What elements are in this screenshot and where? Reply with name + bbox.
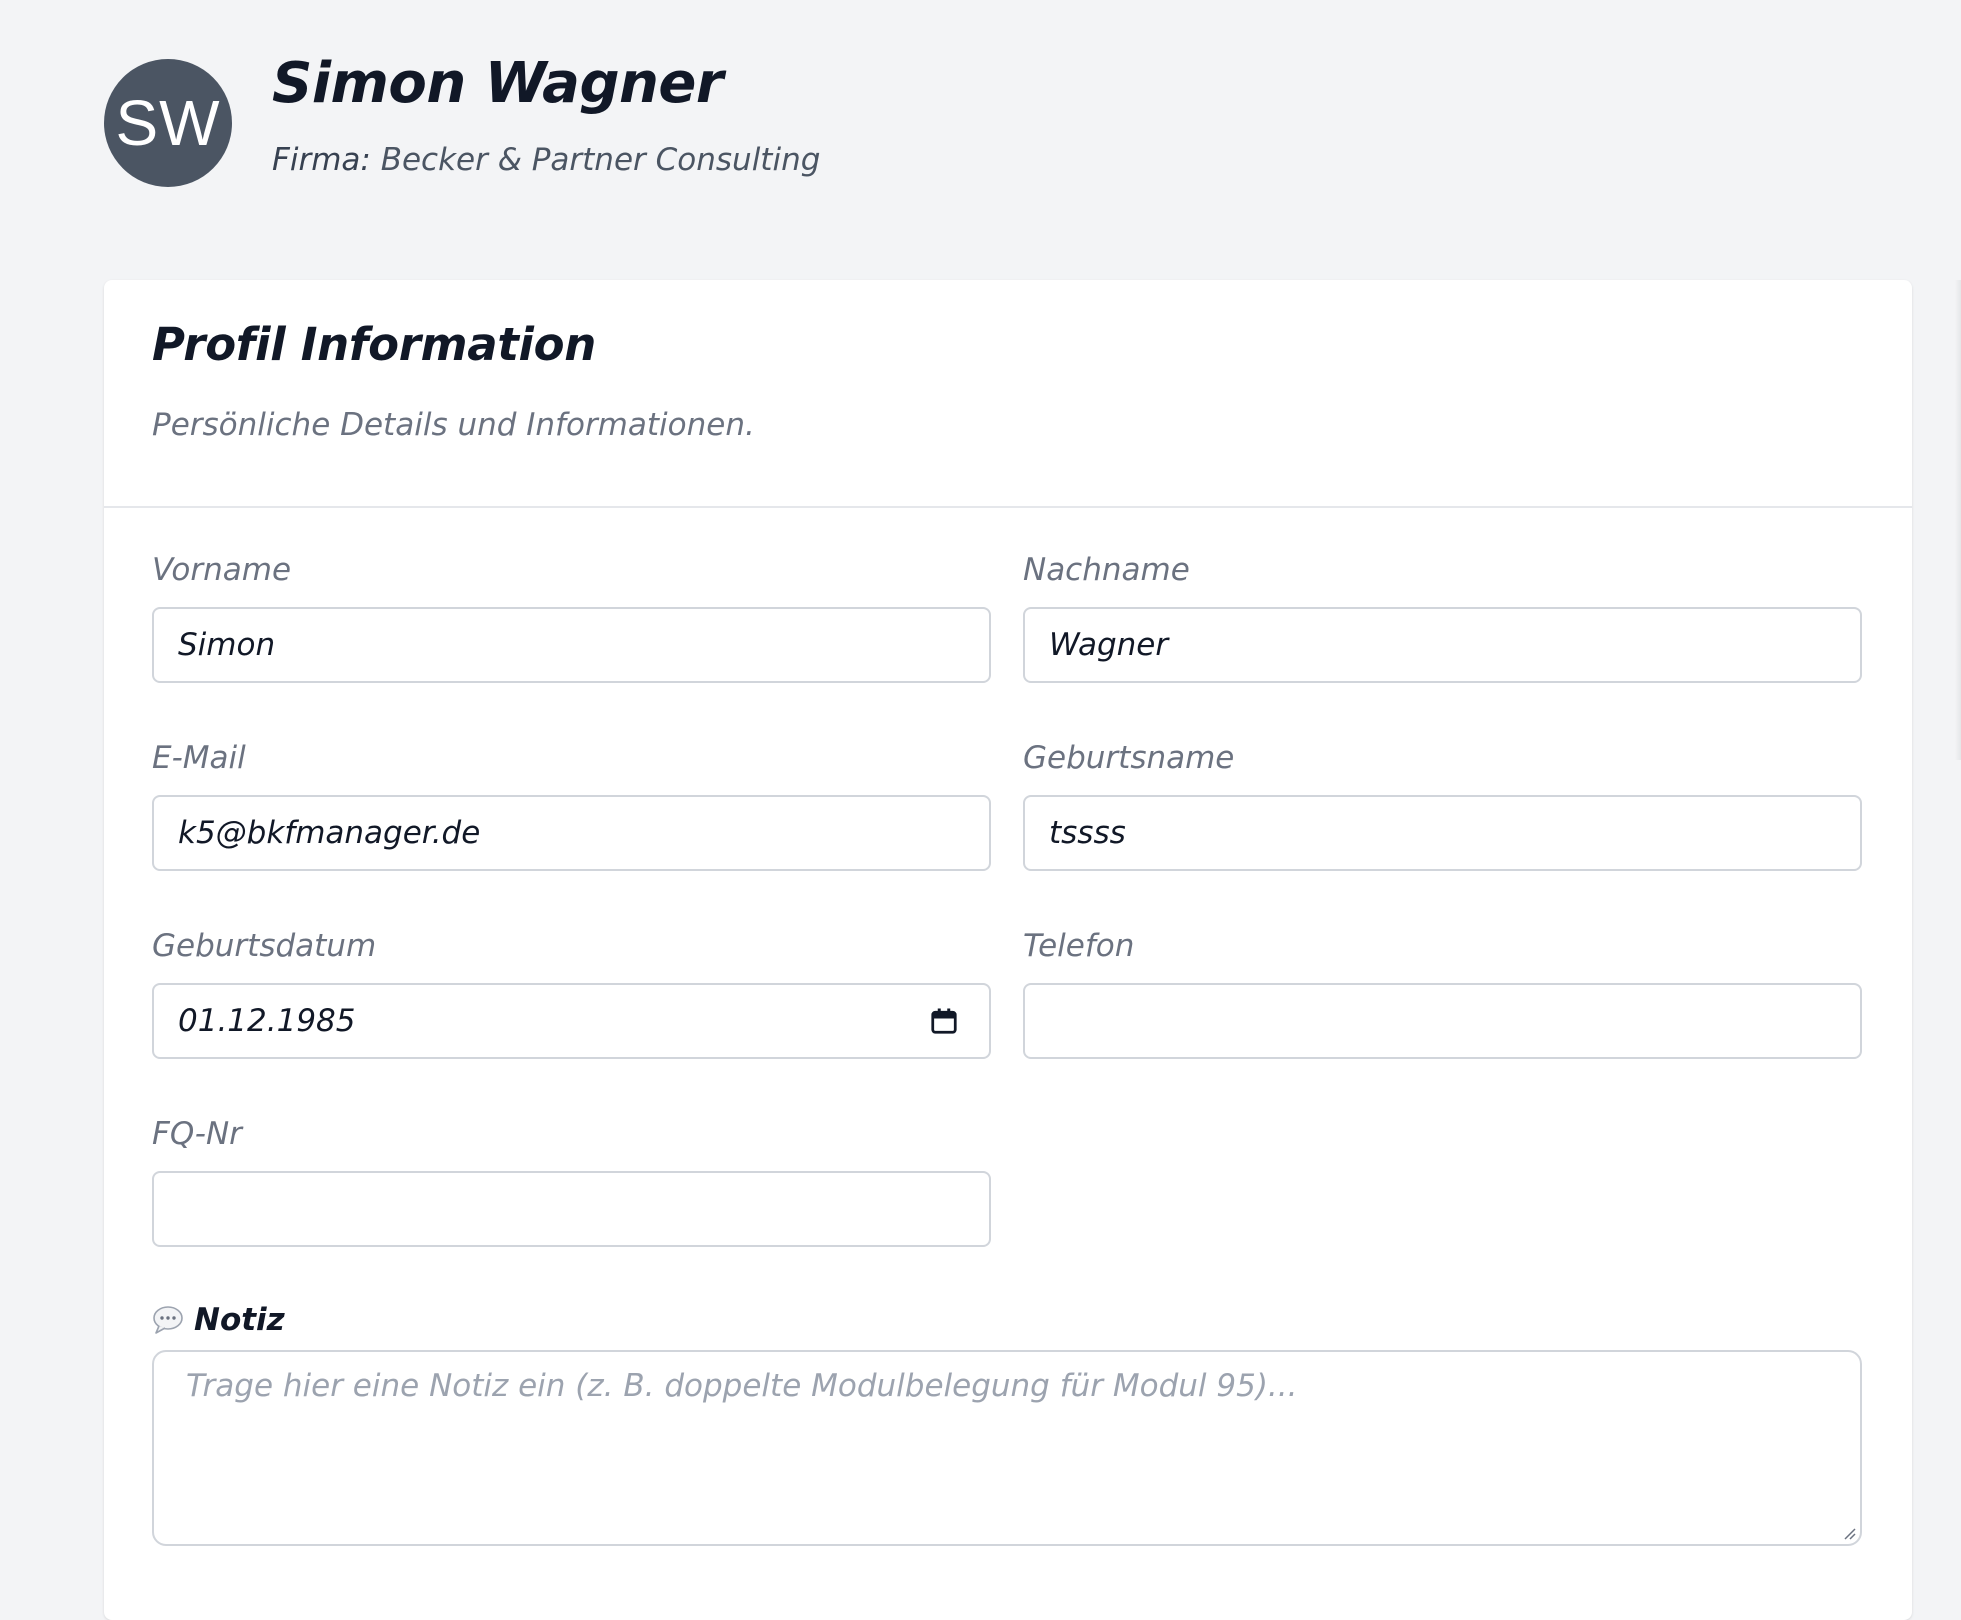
- geburtsdatum-value: 01.12.1985: [178, 1003, 356, 1039]
- nachname-label: Nachname: [1023, 552, 1190, 588]
- card-subtitle: Persönliche Details und Informationen.: [152, 407, 755, 443]
- telefon-input[interactable]: [1023, 983, 1862, 1059]
- field-nachname: Nachname Wagner: [1023, 550, 1862, 683]
- field-email: E-Mail k5@bkfmanager.de: [152, 738, 991, 871]
- profile-name: Simon Wagner: [272, 51, 724, 116]
- card-header: Profil Information Persönliche Details u…: [104, 280, 1912, 508]
- notiz-label-text: Notiz: [194, 1302, 285, 1338]
- notiz-placeholder: Trage hier eine Notiz ein (z. B. doppelt…: [186, 1368, 1298, 1404]
- email-input[interactable]: k5@bkfmanager.de: [152, 795, 991, 871]
- profile-card: Profil Information Persönliche Details u…: [104, 280, 1912, 1620]
- company-label: Firma:: [272, 142, 371, 178]
- fq-nr-label: FQ-Nr: [152, 1116, 242, 1152]
- fq-nr-input[interactable]: [152, 1171, 991, 1247]
- vorname-label: Vorname: [152, 552, 292, 588]
- company-line: Firma: Becker & Partner Consulting: [272, 142, 820, 178]
- field-fq-nr: FQ-Nr: [152, 1114, 991, 1247]
- calendar-icon[interactable]: [929, 1006, 959, 1036]
- email-label: E-Mail: [152, 740, 246, 776]
- profile-header-text: Simon Wagner Firma: Becker & Partner Con…: [272, 51, 820, 179]
- notiz-label: Notiz: [152, 1302, 285, 1338]
- nachname-input[interactable]: Wagner: [1023, 607, 1862, 683]
- profile-header: SW Simon Wagner Firma: Becker & Partner …: [104, 52, 820, 187]
- speech-bubble-icon: [153, 1306, 183, 1334]
- vorname-input[interactable]: Simon: [152, 607, 991, 683]
- company-name: Becker & Partner Consulting: [380, 142, 821, 178]
- telefon-label: Telefon: [1023, 928, 1135, 964]
- field-telefon: Telefon: [1023, 926, 1862, 1059]
- field-geburtsname: Geburtsname tssss: [1023, 738, 1862, 871]
- geburtsdatum-label: Geburtsdatum: [152, 928, 377, 964]
- resize-handle-icon[interactable]: [1840, 1524, 1856, 1540]
- geburtsname-input[interactable]: tssss: [1023, 795, 1862, 871]
- card-title: Profil Information: [152, 318, 597, 371]
- notiz-textarea[interactable]: Trage hier eine Notiz ein (z. B. doppelt…: [152, 1350, 1862, 1546]
- field-vorname: Vorname Simon: [152, 550, 991, 683]
- scrollbar-edge: [1955, 280, 1961, 760]
- field-geburtsdatum: Geburtsdatum 01.12.1985: [152, 926, 991, 1059]
- geburtsdatum-input[interactable]: 01.12.1985: [152, 983, 991, 1059]
- avatar: SW: [104, 59, 232, 187]
- geburtsname-label: Geburtsname: [1023, 740, 1235, 776]
